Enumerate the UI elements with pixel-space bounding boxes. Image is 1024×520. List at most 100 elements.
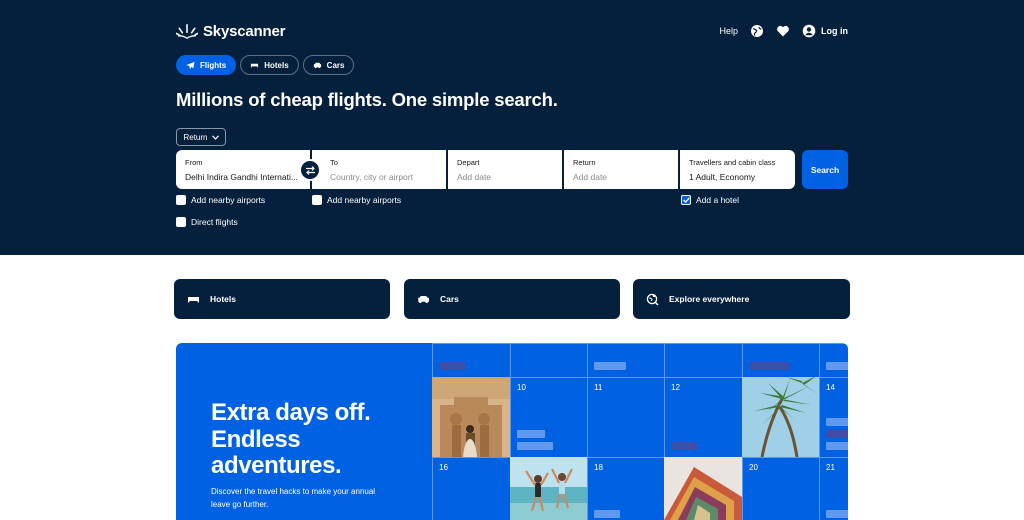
return-placeholder: Add date [573, 172, 608, 182]
top-nav: Help Log in [719, 24, 848, 38]
promo-subtitle: Discover the travel hacks to make your a… [211, 487, 376, 509]
nearby-from-label: Add nearby airports [191, 195, 266, 205]
add-hotel-checkbox[interactable]: Add a hotel [681, 195, 739, 205]
quicklink-cars[interactable]: Cars [404, 279, 620, 319]
depart-placeholder: Add date [457, 172, 492, 182]
calendar-graphic: 10 11 12 14 16 18 20 21 [432, 343, 848, 520]
calendar-cell [587, 343, 664, 377]
calendar-bar [826, 510, 848, 518]
from-label: From [185, 158, 203, 167]
tab-cars[interactable]: Cars [302, 55, 355, 75]
travellers-field[interactable]: Travellers and cabin class 1 Adult, Econ… [680, 150, 795, 189]
from-field[interactable]: From Delhi Indira Gandhi Internati... [176, 150, 310, 189]
rainbow-mountain-photo [664, 457, 742, 520]
heart-icon[interactable] [776, 24, 790, 38]
quicklink-cars-label: Cars [440, 294, 459, 304]
calendar-bar [749, 362, 789, 370]
calendar-cell: 16 [432, 457, 510, 520]
checkmark-icon [682, 197, 690, 203]
calendar-day: 11 [594, 383, 603, 392]
promo-title-line: adventures. [211, 452, 342, 479]
login-button[interactable]: Log in [802, 24, 848, 38]
chevron-down-icon [211, 134, 219, 140]
direct-flights-checkbox[interactable]: Direct flights [176, 217, 238, 227]
calendar-cell [819, 343, 848, 377]
swap-button[interactable] [299, 159, 321, 181]
quicklink-hotels[interactable]: Hotels [174, 279, 390, 319]
calendar-cell: 18 [587, 457, 664, 520]
globe-search-icon [646, 293, 659, 306]
calendar-day: 20 [749, 463, 758, 472]
sunrise-logo-icon [176, 24, 198, 39]
quicklink-explore-label: Explore everywhere [669, 294, 750, 304]
calendar-day: 14 [826, 383, 835, 392]
promo-title: Extra days off. Endless adventures. [211, 399, 371, 480]
calendar-bar [826, 362, 848, 370]
checkbox-box[interactable] [176, 217, 186, 227]
user-icon [802, 24, 816, 38]
calendar-cell [432, 343, 510, 377]
quicklink-explore[interactable]: Explore everywhere [633, 279, 850, 319]
travellers-value: 1 Adult, Economy [689, 172, 756, 182]
bed-icon [188, 296, 199, 302]
nearby-to-checkbox[interactable]: Add nearby airports [312, 195, 401, 205]
login-label: Log in [821, 26, 848, 36]
tab-flights-label: Flights [200, 60, 227, 70]
temple-photo [432, 377, 510, 457]
from-value: Delhi Indira Gandhi Internati... [185, 172, 298, 182]
promo-title-line: Endless [211, 425, 301, 453]
calendar-cell: 20 [742, 457, 819, 520]
calendar-bar [671, 442, 697, 450]
to-placeholder: Country, city or airport [330, 172, 413, 182]
brand-name: Skyscanner [203, 22, 286, 40]
nearby-from-checkbox[interactable]: Add nearby airports [176, 195, 265, 205]
return-field[interactable]: Return Add date [564, 150, 678, 189]
page-headline: Millions of cheap flights. One simple se… [176, 89, 558, 110]
calendar-bar [826, 442, 848, 450]
checkbox-checked[interactable] [681, 195, 691, 205]
palm-trees-photo [742, 377, 819, 457]
calendar-bar [826, 418, 848, 426]
add-hotel-label: Add a hotel [696, 195, 740, 205]
depart-field[interactable]: Depart Add date [448, 150, 562, 189]
calendar-bar [517, 442, 553, 450]
calendar-cell: 12 [664, 377, 742, 457]
to-field[interactable]: To Country, city or airport [312, 150, 446, 189]
car-icon [313, 62, 321, 68]
checkbox-box[interactable] [312, 195, 322, 205]
hero-section: Skyscanner Help Log in Flights Hotels Ca… [0, 0, 1024, 255]
travellers-label: Travellers and cabin class [689, 158, 776, 167]
calendar-day: 12 [671, 383, 680, 392]
plane-icon [186, 61, 195, 69]
calendar-bar [826, 430, 848, 438]
nearby-to-label: Add nearby airports [327, 195, 402, 205]
calendar-day: 18 [594, 463, 603, 472]
promo-banner[interactable]: Extra days off. Endless adventures. Disc… [176, 343, 848, 520]
swap-arrows-icon [305, 165, 315, 175]
tab-hotels[interactable]: Hotels [240, 55, 299, 75]
calendar-day: 10 [517, 383, 526, 392]
calendar-cell [664, 343, 742, 377]
quicklink-hotels-label: Hotels [210, 294, 236, 304]
calendar-bar [440, 362, 466, 370]
help-link[interactable]: Help [719, 26, 738, 36]
depart-label: Depart [457, 158, 480, 167]
calendar-bar [594, 362, 626, 370]
calendar-day: 21 [826, 463, 835, 472]
search-button[interactable]: Search [802, 150, 848, 189]
trip-type-select[interactable]: Return [176, 128, 226, 146]
calendar-cell [510, 343, 587, 377]
calendar-cell: 11 [587, 377, 664, 457]
car-icon [418, 295, 429, 303]
tab-cars-label: Cars [326, 60, 345, 70]
calendar-cell: 10 [510, 377, 587, 457]
calendar-cell [742, 343, 819, 377]
tab-flights[interactable]: Flights [176, 55, 237, 75]
skyscanner-logo[interactable]: Skyscanner [176, 22, 285, 40]
checkbox-box[interactable] [176, 195, 186, 205]
direct-flights-label: Direct flights [191, 217, 238, 227]
calendar-bar [517, 430, 545, 438]
calendar-cell: 21 [819, 457, 848, 520]
globe-icon[interactable] [750, 24, 764, 38]
bed-icon [251, 63, 259, 67]
